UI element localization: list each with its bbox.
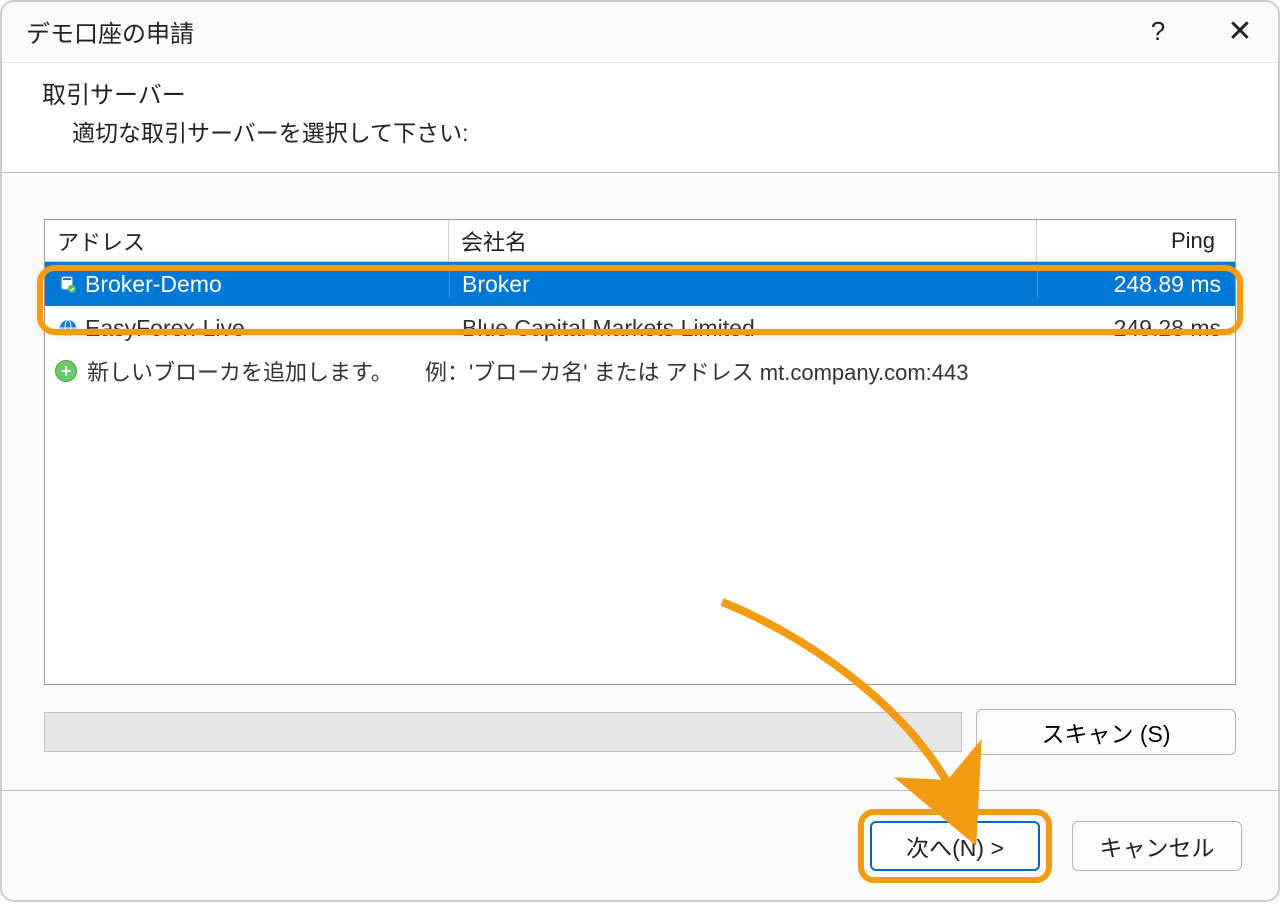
col-company[interactable]: 会社名 (449, 220, 1037, 261)
cell-address: Broker-Demo (45, 271, 449, 298)
add-broker-label: 新しいブローカを追加します。 (87, 355, 393, 387)
server-icon (57, 317, 79, 339)
table-header: アドレス 会社名 Ping (45, 220, 1235, 262)
cell-ping: 249.28 ms (1037, 315, 1235, 342)
scan-progress (44, 712, 962, 752)
section-description: 適切な取引サーバーを選択して下さい: (42, 114, 1278, 148)
table-row[interactable]: Broker-Demo Broker 248.89 ms (45, 262, 1235, 306)
bottom-controls: スキャン (S) (44, 709, 1236, 755)
cell-company: Blue Capital Markets Limited (449, 315, 1037, 342)
add-broker-row[interactable]: + 新しいブローカを追加します。 例：'ブローカ名' または アドレス mt.c… (45, 350, 1235, 392)
subheader: 取引サーバー 適切な取引サーバーを選択して下さい: (2, 62, 1278, 173)
cell-ping: 248.89 ms (1037, 271, 1235, 298)
cell-address-text: EasyForex-Live (85, 315, 245, 342)
close-icon[interactable]: ✕ (1220, 17, 1260, 47)
demo-account-dialog: デモ口座の申請 ? ✕ 取引サーバー 適切な取引サーバーを選択して下さい: アド… (0, 0, 1280, 902)
table-body: Broker-Demo Broker 248.89 ms (45, 262, 1235, 392)
titlebar: デモ口座の申請 ? ✕ (2, 2, 1278, 62)
help-icon[interactable]: ? (1138, 16, 1178, 47)
dialog-title: デモ口座の申請 (26, 14, 1138, 49)
col-address[interactable]: アドレス (45, 220, 449, 261)
section-title: 取引サーバー (42, 75, 1278, 110)
table-row[interactable]: EasyForex-Live Blue Capital Markets Limi… (45, 306, 1235, 350)
titlebar-buttons: ? ✕ (1138, 16, 1260, 47)
dialog-footer: 次へ(N) > キャンセル (2, 790, 1278, 900)
cell-company: Broker (449, 271, 1037, 298)
cell-address-text: Broker-Demo (85, 271, 222, 298)
body-area: アドレス 会社名 Ping (2, 173, 1278, 790)
scan-button[interactable]: スキャン (S) (976, 709, 1236, 755)
cell-address: EasyForex-Live (45, 315, 449, 342)
add-icon: + (55, 360, 77, 382)
server-icon (57, 273, 79, 295)
col-ping[interactable]: Ping (1037, 220, 1235, 261)
cancel-button[interactable]: キャンセル (1072, 821, 1242, 871)
add-broker-hint: 例：'ブローカ名' または アドレス mt.company.com:443 (425, 355, 968, 387)
server-table: アドレス 会社名 Ping (44, 219, 1236, 685)
next-button[interactable]: 次へ(N) > (870, 821, 1040, 871)
next-button-highlight: 次へ(N) > (858, 809, 1052, 883)
